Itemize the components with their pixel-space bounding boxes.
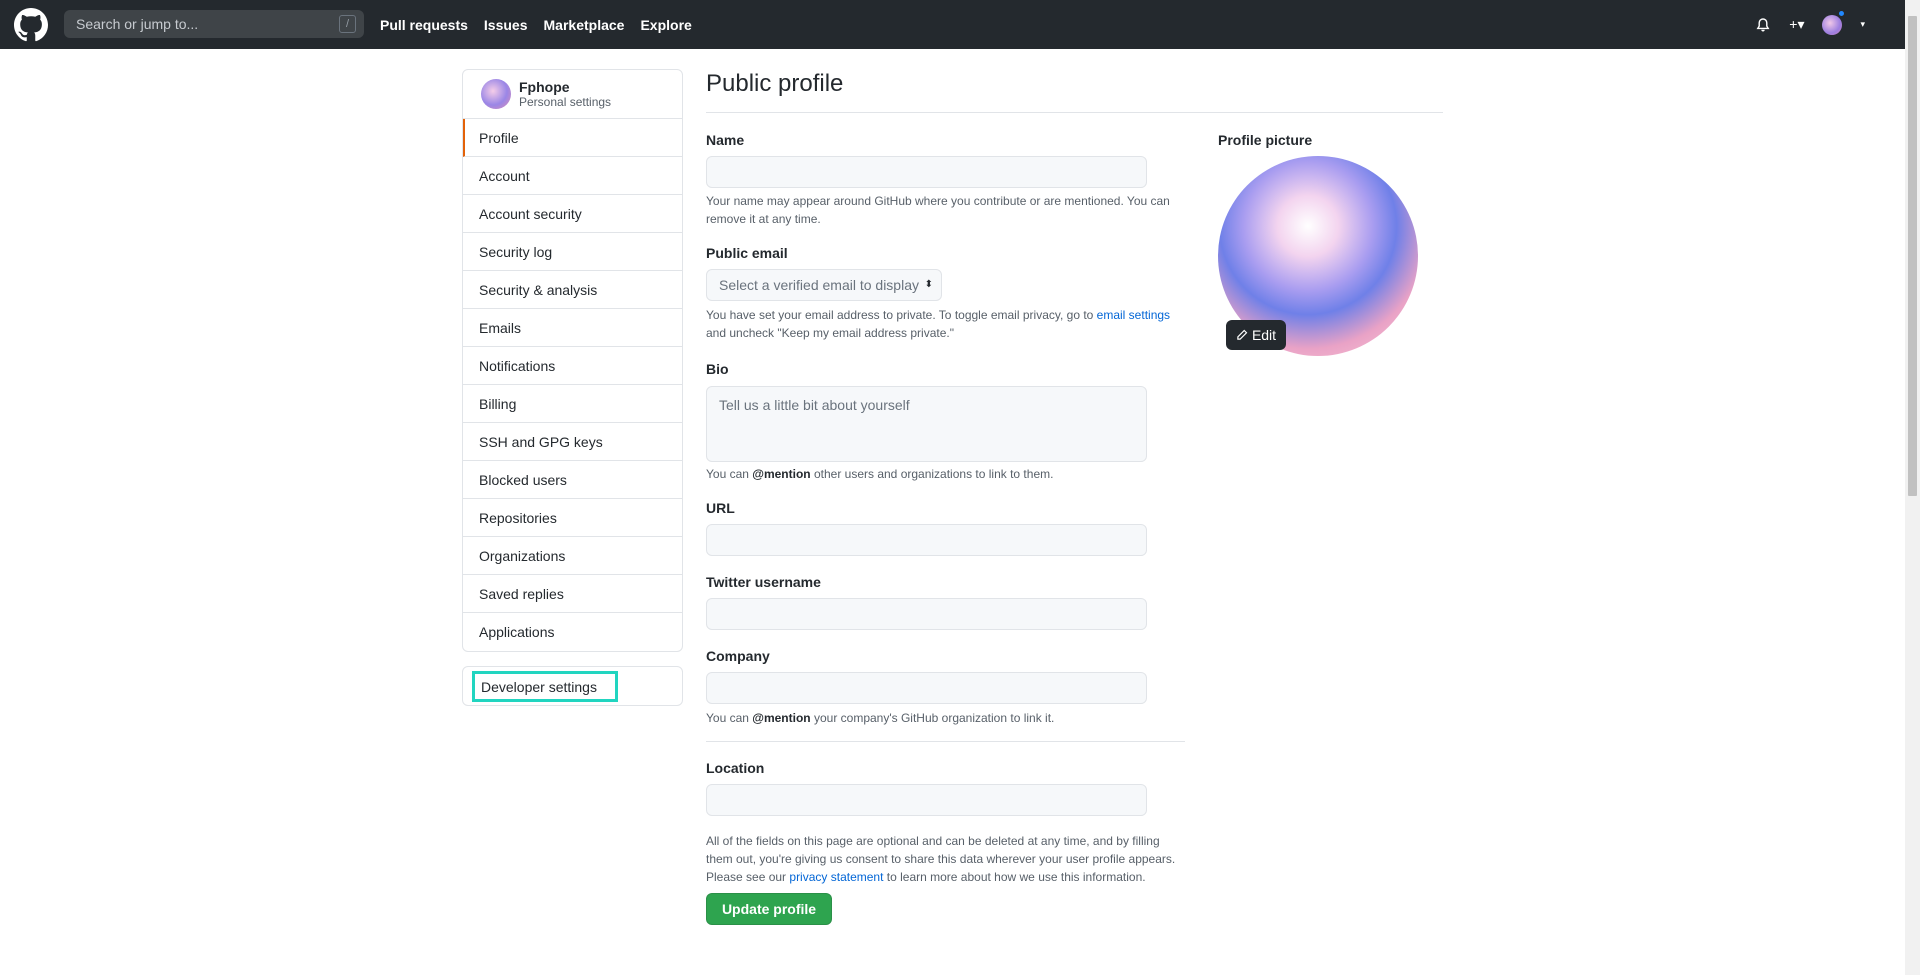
company-note: You can @mention your company's GitHub o… xyxy=(706,709,1176,727)
twitter-label: Twitter username xyxy=(706,574,821,590)
email-note-tail: and uncheck "Keep my email address priva… xyxy=(706,326,954,340)
name-label: Name xyxy=(706,132,745,148)
sidebar-item-billing[interactable]: Billing xyxy=(463,385,682,423)
bio-note-text: You can xyxy=(706,467,753,481)
github-logo-icon[interactable] xyxy=(14,8,48,42)
user-avatar-menu[interactable] xyxy=(1822,8,1847,35)
sidebar-item-developer-settings[interactable]: Developer settings xyxy=(472,671,618,702)
bio-field[interactable]: Tell us a little bit about yourself xyxy=(706,386,1147,462)
avatar xyxy=(481,79,511,109)
sidebar-item-account-security[interactable]: Account security xyxy=(463,195,682,233)
nav-issues[interactable]: Issues xyxy=(484,17,528,33)
edit-picture-button[interactable]: Edit xyxy=(1226,320,1286,350)
top-header: Search or jump to... / Pull requests Iss… xyxy=(0,0,1905,49)
email-note-text: You have set your email address to priva… xyxy=(706,308,1097,322)
footer-note-tail: to learn more about how we use this info… xyxy=(883,870,1146,884)
edit-picture-label: Edit xyxy=(1251,327,1277,343)
pencil-icon xyxy=(1237,329,1248,340)
sidebar-item-applications[interactable]: Applications xyxy=(463,613,682,651)
footer-note: All of the fields on this page are optio… xyxy=(706,832,1186,886)
bio-note: You can @mention other users and organiz… xyxy=(706,465,1176,483)
bio-note-mention: @mention xyxy=(752,467,811,481)
name-note: Your name may appear around GitHub where… xyxy=(706,194,1170,226)
location-label: Location xyxy=(706,760,765,776)
sidebar-item-saved-replies[interactable]: Saved replies xyxy=(463,575,682,613)
sidebar-item-ssh-gpg-keys[interactable]: SSH and GPG keys xyxy=(463,423,682,461)
company-note-tail: your company's GitHub organization to li… xyxy=(810,711,1055,725)
sidebar-item-notifications[interactable]: Notifications xyxy=(463,347,682,385)
search-placeholder: Search or jump to... xyxy=(76,16,199,32)
sidebar-item-profile[interactable]: Profile xyxy=(463,119,682,157)
public-email-select[interactable]: Select a verified email to display ⬍ xyxy=(706,269,942,301)
sidebar-item-account[interactable]: Account xyxy=(463,157,682,195)
nav-explore[interactable]: Explore xyxy=(640,17,691,33)
name-field[interactable] xyxy=(706,156,1147,188)
chevron-down-icon: ▾ xyxy=(1860,19,1865,29)
page-title: Public profile xyxy=(706,70,1443,113)
slash-key-hint: / xyxy=(339,15,356,33)
header-actions: +▾ ▾ xyxy=(1755,0,1865,49)
email-settings-link[interactable]: email settings xyxy=(1097,308,1170,322)
header-nav: Pull requests Issues Marketplace Explore xyxy=(380,0,708,49)
sidebar-item-security-log[interactable]: Security log xyxy=(463,233,682,271)
section-divider xyxy=(706,741,1185,742)
scrollbar-thumb[interactable] xyxy=(1908,16,1917,496)
sidebar-item-repositories[interactable]: Repositories xyxy=(463,499,682,537)
nav-marketplace[interactable]: Marketplace xyxy=(544,17,625,33)
notification-dot-icon xyxy=(1837,8,1847,18)
company-note-mention: @mention xyxy=(752,711,811,725)
sidebar-user-name: Fphope xyxy=(519,79,570,95)
main-content: Public profile xyxy=(706,70,1443,113)
nav-pull-requests[interactable]: Pull requests xyxy=(380,17,468,33)
sidebar-item-emails[interactable]: Emails xyxy=(463,309,682,347)
public-email-note: You have set your email address to priva… xyxy=(706,306,1176,342)
url-label: URL xyxy=(706,500,735,516)
create-new-button[interactable]: +▾ xyxy=(1789,16,1804,33)
privacy-statement-link[interactable]: privacy statement xyxy=(789,870,883,884)
public-email-label: Public email xyxy=(706,245,788,261)
page-scrollbar[interactable] xyxy=(1905,0,1920,975)
update-profile-button[interactable]: Update profile xyxy=(706,893,832,925)
company-note-text: You can xyxy=(706,711,753,725)
sidebar-item-blocked-users[interactable]: Blocked users xyxy=(463,461,682,499)
search-input[interactable]: Search or jump to... / xyxy=(64,10,364,38)
settings-sidebar: Fphope Personal settings Profile Account… xyxy=(462,69,683,652)
sidebar-user-header[interactable]: Fphope Personal settings xyxy=(463,70,682,119)
twitter-field[interactable] xyxy=(706,598,1147,630)
bio-label: Bio xyxy=(706,361,729,377)
select-caret-icon: ⬍ xyxy=(924,279,933,290)
company-label: Company xyxy=(706,648,770,664)
sidebar-item-organizations[interactable]: Organizations xyxy=(463,537,682,575)
public-email-select-value: Select a verified email to display xyxy=(719,277,919,293)
profile-picture-label: Profile picture xyxy=(1218,132,1313,148)
sidebar-item-security-analysis[interactable]: Security & analysis xyxy=(463,271,682,309)
company-field[interactable] xyxy=(706,672,1147,704)
location-field[interactable] xyxy=(706,784,1147,816)
bio-note-tail: other users and organizations to link to… xyxy=(810,467,1054,481)
sidebar-user-sub: Personal settings xyxy=(519,95,612,109)
developer-settings-box: Developer settings xyxy=(462,666,683,706)
bell-icon[interactable] xyxy=(1755,17,1771,33)
url-field[interactable] xyxy=(706,524,1147,556)
